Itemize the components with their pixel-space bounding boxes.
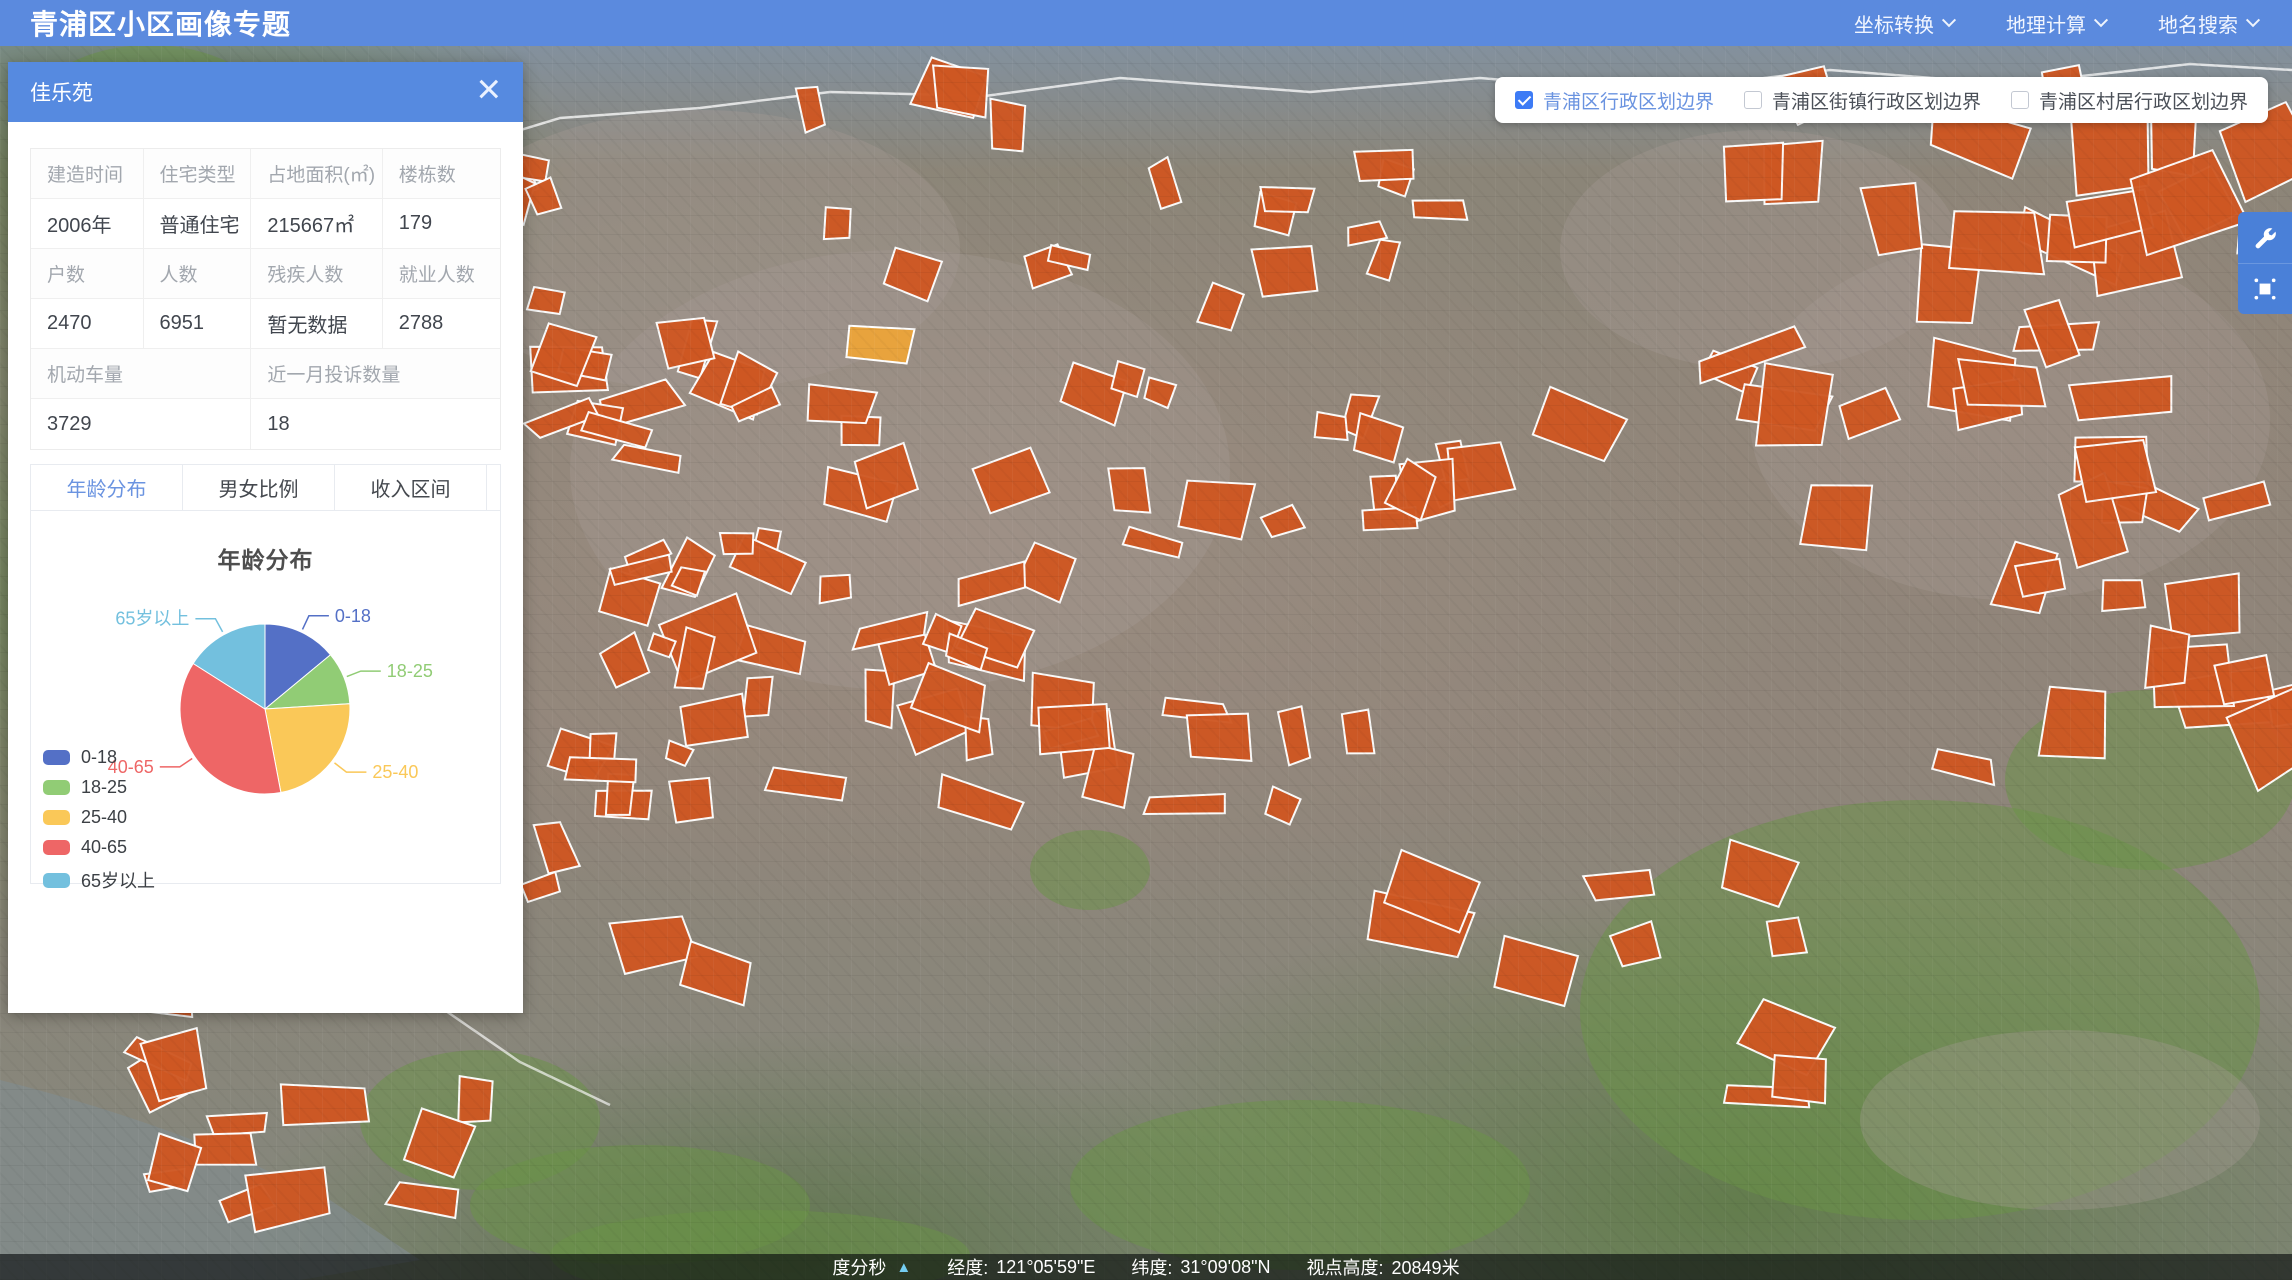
field-value: 6951 — [144, 299, 252, 348]
chevron-down-icon — [2246, 13, 2260, 27]
longitude-value: 121°05'59"E — [996, 1257, 1095, 1278]
field-label: 近一月投诉数量 — [251, 349, 500, 398]
tab-gender-ratio[interactable]: 男女比例 — [183, 465, 335, 510]
longitude-readout: 经度: 121°05'59"E — [947, 1254, 1095, 1280]
field-label: 人数 — [144, 249, 252, 298]
legend-label: 25-40 — [81, 807, 127, 828]
legend-label: 18-25 — [81, 777, 127, 798]
field-label: 占地面积(㎡) — [251, 149, 382, 198]
svg-text:18-25: 18-25 — [387, 661, 433, 681]
legend-marker — [43, 780, 70, 795]
field-value: 2470 — [31, 299, 144, 348]
panel-title: 佳乐苑 — [30, 77, 93, 107]
legend-item-25-40[interactable]: 25-40 — [43, 807, 155, 828]
svg-text:0-18: 0-18 — [335, 606, 371, 626]
legend-label: 65岁以上 — [81, 867, 155, 893]
altitude-label: 视点高度: — [1307, 1254, 1384, 1280]
field-value: 215667㎡ — [251, 199, 382, 248]
age-distribution-chart: 年龄分布 0-1818-2525-4040-6565岁以上 0-18 18-25 — [31, 511, 500, 883]
legend-item-18-25[interactable]: 18-25 — [43, 777, 155, 798]
layer-label: 青浦区村居行政区划边界 — [2039, 87, 2248, 114]
latitude-label: 纬度: — [1131, 1254, 1172, 1280]
legend-label: 40-65 — [81, 837, 127, 858]
chart-card: 年龄分布 男女比例 收入区间 年龄分布 0-18 18-25 25-40 40-65 6… — [30, 464, 501, 884]
field-value: 3729 — [31, 399, 251, 449]
tab-age-distribution[interactable]: 年龄分布 — [31, 465, 183, 510]
layer-label: 青浦区街镇行政区划边界 — [1772, 87, 1981, 114]
svg-text:65岁以上: 65岁以上 — [115, 609, 189, 629]
tab-income-range[interactable]: 收入区间 — [335, 465, 487, 510]
field-value: 暂无数据 — [251, 299, 382, 348]
checkbox-unchecked-icon — [1744, 91, 1762, 109]
status-bar: 度分秒 ▲ 经度: 121°05'59"E 纬度: 31°09'08"N 视点高… — [0, 1254, 2292, 1280]
table-row: 户数 人数 残疾人数 就业人数 — [31, 249, 500, 299]
chart-legend: 0-18 18-25 25-40 40-65 — [43, 747, 155, 893]
extent-frame-icon — [2252, 276, 2278, 302]
info-table: 建造时间 住宅类型 占地面积(㎡) 楼栋数 2006年 普通住宅 215667㎡… — [30, 148, 501, 450]
layer-label: 青浦区行政区划边界 — [1543, 87, 1714, 114]
legend-marker — [43, 873, 70, 888]
field-label: 楼栋数 — [383, 149, 500, 198]
panel-header: 佳乐苑 × — [8, 62, 523, 122]
layer-control-bar: 青浦区行政区划边界 青浦区街镇行政区划边界 青浦区村居行政区划边界 — [1495, 77, 2268, 123]
table-row: 2470 6951 暂无数据 2788 — [31, 299, 500, 349]
layer-toggle-town-boundary[interactable]: 青浦区街镇行政区划边界 — [1744, 87, 1981, 114]
checkbox-unchecked-icon — [2011, 91, 2029, 109]
legend-item-65-plus[interactable]: 65岁以上 — [43, 867, 155, 893]
close-icon[interactable]: × — [476, 69, 501, 109]
field-label: 住宅类型 — [144, 149, 252, 198]
altitude-value: 20849米 — [1392, 1254, 1460, 1280]
menu-place-search[interactable]: 地名搜索 — [2158, 9, 2258, 38]
detail-panel: 佳乐苑 × 建造时间 住宅类型 占地面积(㎡) 楼栋数 2006年 普通住宅 2… — [8, 62, 523, 1013]
tab-row: 年龄分布 男女比例 收入区间 — [31, 465, 500, 511]
longitude-label: 经度: — [947, 1254, 988, 1280]
menu-label: 坐标转换 — [1854, 9, 1934, 38]
panel-body: 建造时间 住宅类型 占地面积(㎡) 楼栋数 2006年 普通住宅 215667㎡… — [8, 122, 523, 884]
legend-item-40-65[interactable]: 40-65 — [43, 837, 155, 858]
latitude-readout: 纬度: 31°09'08"N — [1131, 1254, 1270, 1280]
table-row: 2006年 普通住宅 215667㎡ 179 — [31, 199, 500, 249]
field-value: 普通住宅 — [144, 199, 252, 248]
table-row: 3729 18 — [31, 399, 500, 449]
svg-text:25-40: 25-40 — [372, 762, 418, 782]
legend-marker — [43, 840, 70, 855]
chevron-down-icon — [1942, 13, 1956, 27]
menu-geo-calculate[interactable]: 地理计算 — [2006, 9, 2106, 38]
layer-toggle-district-boundary[interactable]: 青浦区行政区划边界 — [1515, 87, 1714, 114]
field-value: 179 — [383, 199, 500, 248]
menu-label: 地名搜索 — [2158, 9, 2238, 38]
field-label: 机动车量 — [31, 349, 251, 398]
legend-marker — [43, 750, 70, 765]
page-title: 青浦区小区画像专题 — [30, 3, 291, 43]
altitude-readout: 视点高度: 20849米 — [1307, 1254, 1460, 1280]
measure-tool-button[interactable] — [2238, 212, 2292, 263]
chevron-down-icon — [2094, 13, 2108, 27]
field-label: 户数 — [31, 249, 144, 298]
field-label: 残疾人数 — [251, 249, 382, 298]
triangle-up-icon: ▲ — [896, 1259, 911, 1276]
field-value: 2788 — [383, 299, 500, 348]
wrench-icon — [2252, 225, 2278, 251]
menu-label: 地理计算 — [2006, 9, 2086, 38]
legend-marker — [43, 810, 70, 825]
top-menu: 坐标转换 地理计算 地名搜索 — [1854, 9, 2258, 38]
field-label: 就业人数 — [383, 249, 500, 298]
latitude-value: 31°09'08"N — [1180, 1257, 1270, 1278]
field-value: 2006年 — [31, 199, 144, 248]
table-row: 机动车量 近一月投诉数量 — [31, 349, 500, 399]
table-row: 建造时间 住宅类型 占地面积(㎡) 楼栋数 — [31, 149, 500, 199]
map-tool-stack — [2238, 212, 2292, 314]
legend-item-0-18[interactable]: 0-18 — [43, 747, 155, 768]
menu-coordinate-convert[interactable]: 坐标转换 — [1854, 9, 1954, 38]
field-label: 建造时间 — [31, 149, 144, 198]
checkbox-checked-icon — [1515, 91, 1533, 109]
app-window: 青浦区小区画像专题 坐标转换 地理计算 地名搜索 青浦区行政区划边界 青浦区街镇… — [0, 0, 2292, 1280]
coordinate-mode-selector[interactable]: 度分秒 ▲ — [832, 1254, 911, 1280]
extent-tool-button[interactable] — [2238, 263, 2292, 314]
topbar: 青浦区小区画像专题 坐标转换 地理计算 地名搜索 — [0, 0, 2292, 46]
layer-toggle-village-boundary[interactable]: 青浦区村居行政区划边界 — [2011, 87, 2248, 114]
field-value: 18 — [251, 399, 500, 449]
coordinate-mode-label: 度分秒 — [832, 1254, 886, 1280]
legend-label: 0-18 — [81, 747, 117, 768]
